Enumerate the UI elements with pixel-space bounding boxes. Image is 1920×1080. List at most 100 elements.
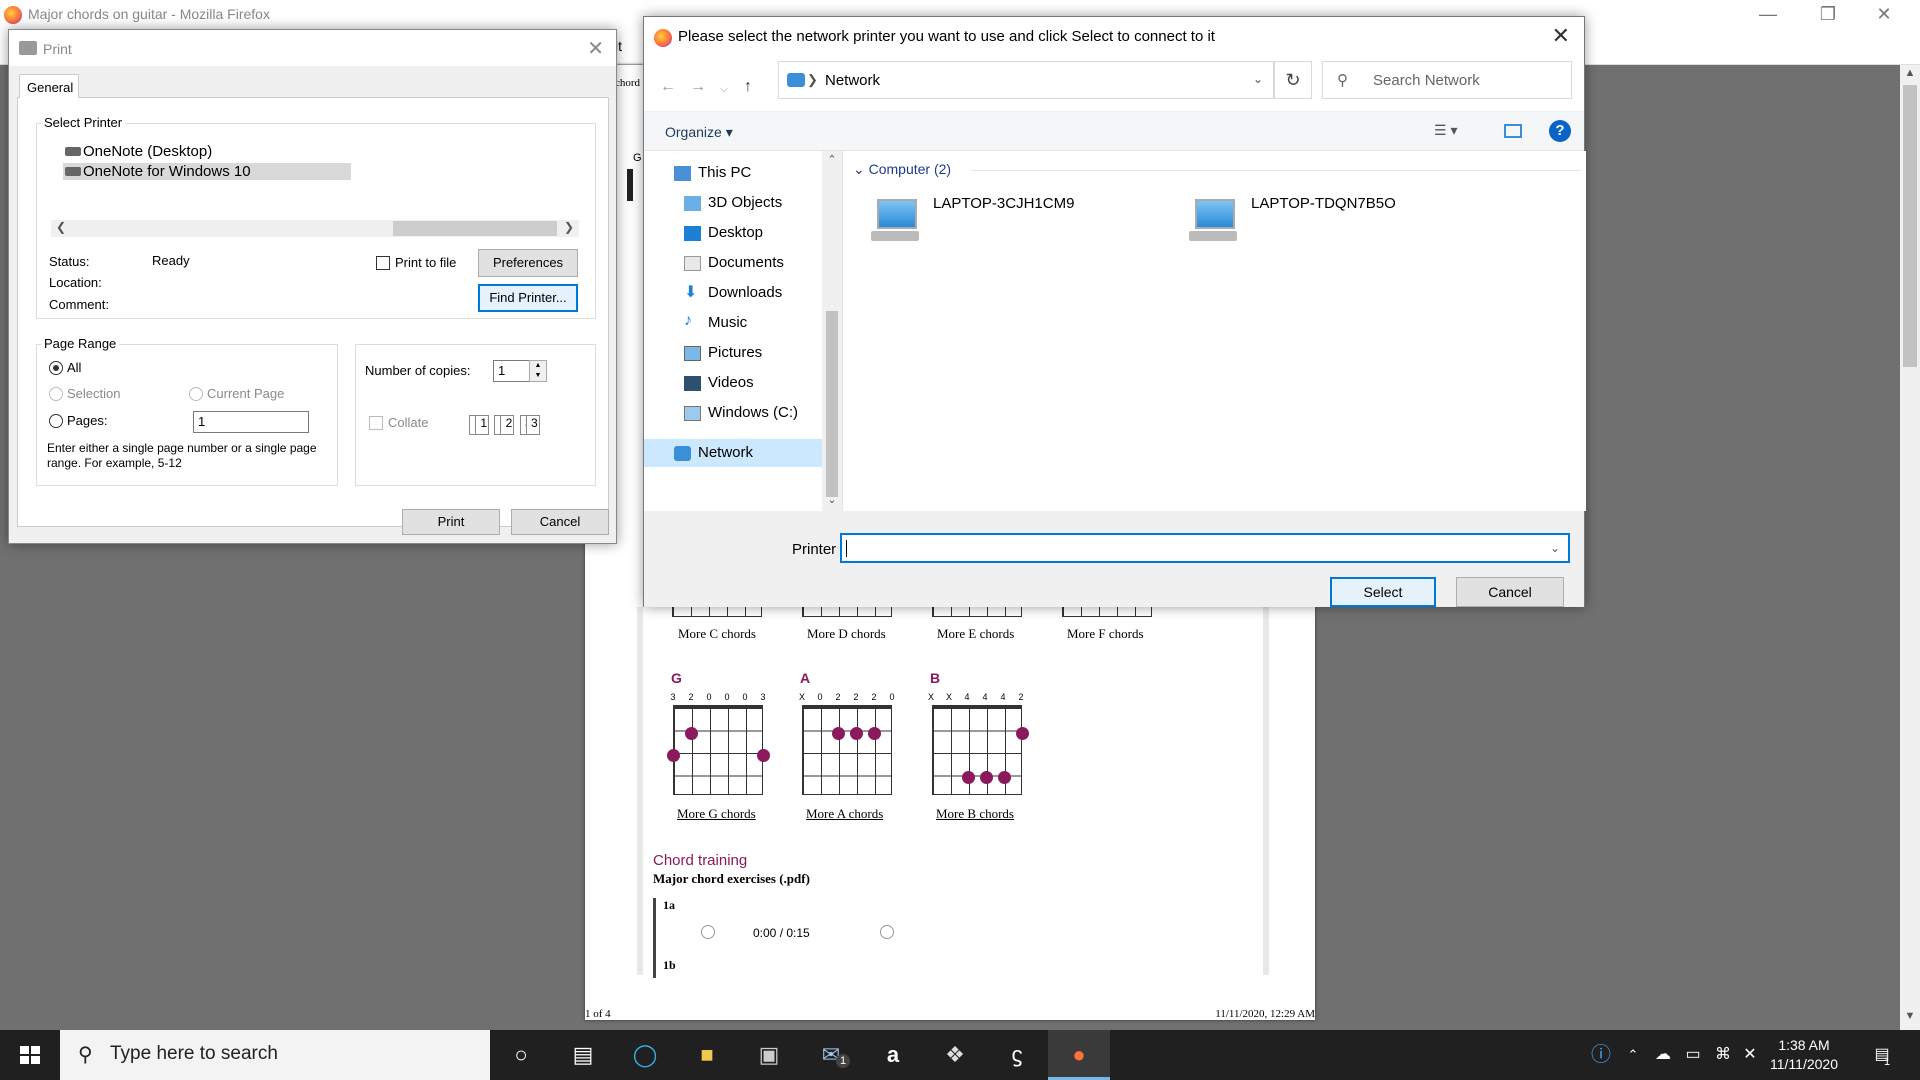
printer-item[interactable]: OneNote (Desktop) — [63, 143, 212, 160]
minimize-icon[interactable]: — — [1748, 4, 1788, 25]
scroll-up-icon[interactable]: ▲ — [1900, 67, 1920, 79]
scrollbar-thumb[interactable] — [826, 311, 838, 497]
battery-icon[interactable]: ▭ — [1680, 1030, 1706, 1080]
search-network-input[interactable]: ⚲ Search Network — [1322, 61, 1572, 99]
all-radio[interactable] — [49, 361, 63, 375]
more-g-chords-link[interactable]: More G chords — [677, 806, 756, 822]
taskbar-search[interactable]: ⚲ Type here to search — [60, 1030, 490, 1080]
collate-checkbox[interactable] — [369, 416, 383, 430]
pages-label[interactable]: Pages: — [67, 413, 107, 428]
forward-arrow-icon[interactable]: → — [686, 78, 710, 96]
scroll-up-icon[interactable]: ⌃ — [822, 153, 842, 166]
nav-item-pictures[interactable]: Pictures — [644, 339, 842, 367]
up-arrow-icon[interactable]: ↑ — [736, 78, 760, 96]
select-button[interactable]: Select — [1330, 577, 1436, 607]
edge-icon[interactable]: ◯ — [614, 1030, 676, 1080]
dropbox-icon[interactable]: ❖ — [924, 1030, 986, 1080]
task-view-icon[interactable]: ▤ — [552, 1030, 614, 1080]
tab-general[interactable]: General — [19, 74, 79, 98]
back-arrow-icon[interactable]: ← — [656, 78, 680, 96]
current-page-radio[interactable] — [189, 387, 203, 401]
current-page-label[interactable]: Current Page — [207, 386, 284, 401]
copies-input[interactable]: 1 — [493, 360, 533, 382]
volume-muted-icon[interactable]: ✕ — [1738, 1030, 1762, 1080]
close-icon[interactable]: ✕ — [1864, 4, 1904, 25]
more-c-chords-link[interactable]: More C chords — [678, 626, 756, 642]
help-tray-icon[interactable]: ⓘ — [1586, 1030, 1616, 1080]
printer-list-scrollbar[interactable]: ❮ ❯ — [51, 220, 579, 237]
computer-item[interactable]: LAPTOP-TDQN7B5O — [1181, 189, 1441, 249]
recent-chevron-icon[interactable]: ⌵ — [712, 84, 736, 95]
address-path[interactable]: Network — [825, 72, 880, 89]
wifi-icon[interactable]: ⌘ — [1710, 1030, 1736, 1080]
organize-menu[interactable]: Organize ▾ — [665, 124, 733, 141]
nav-item-this-pc[interactable]: This PC — [644, 159, 842, 187]
scroll-down-icon[interactable]: ⌄ — [822, 493, 842, 506]
print-to-file-label[interactable]: Print to file — [395, 255, 456, 270]
all-label[interactable]: All — [67, 360, 81, 375]
app-icon[interactable]: ϛ — [986, 1030, 1048, 1080]
copies-spinner[interactable]: ▲ ▼ — [529, 360, 547, 382]
address-bar[interactable]: ❯ Network ⌄ — [778, 61, 1274, 99]
more-d-chords-link[interactable]: More D chords — [807, 626, 886, 642]
scroll-left-icon[interactable]: ❮ — [53, 220, 69, 234]
audio-volume-icon[interactable] — [880, 925, 894, 939]
amazon-icon[interactable]: a — [862, 1030, 924, 1080]
chord-training-subheading[interactable]: Major chord exercises (.pdf) — [653, 871, 810, 887]
onedrive-icon[interactable]: ☁ — [1650, 1030, 1676, 1080]
printer-list[interactable]: OneNote (Desktop) OneNote for Windows 10 — [51, 137, 579, 207]
refresh-icon[interactable]: ↻ — [1274, 61, 1312, 99]
store-icon[interactable]: ▣ — [738, 1030, 800, 1080]
mail-icon[interactable]: ✉ 1 — [800, 1030, 862, 1080]
nav-item-music[interactable]: ♪ Music — [644, 309, 842, 337]
nav-item-documents[interactable]: Documents — [644, 249, 842, 277]
cancel-button[interactable]: Cancel — [511, 509, 609, 535]
preview-scrollbar[interactable]: ▲ ▼ — [1900, 65, 1920, 1030]
taskbar-clock[interactable]: 1:38 AM 11/11/2020 — [1762, 1036, 1846, 1074]
printer-item-selected[interactable]: OneNote for Windows 10 — [63, 163, 351, 180]
close-icon[interactable]: ✕ — [587, 36, 604, 61]
close-icon[interactable]: ✕ — [1552, 23, 1570, 49]
help-icon[interactable]: ? — [1549, 120, 1571, 142]
preview-pane-icon[interactable] — [1504, 124, 1522, 138]
pages-input[interactable]: 1 — [193, 411, 309, 433]
restore-icon[interactable]: ❐ — [1808, 4, 1848, 25]
cancel-button[interactable]: Cancel — [1456, 577, 1564, 607]
more-f-chords-link[interactable]: More F chords — [1067, 626, 1144, 642]
nav-item-desktop[interactable]: Desktop — [644, 219, 842, 247]
tray-expand-icon[interactable]: ⌃ — [1622, 1030, 1644, 1080]
scroll-right-icon[interactable]: ❯ — [561, 220, 577, 234]
selection-radio[interactable] — [49, 387, 63, 401]
audio-play-icon[interactable] — [701, 925, 715, 939]
more-a-chords-link[interactable]: More A chords — [806, 806, 883, 822]
firefox-icon[interactable]: ● — [1048, 1030, 1110, 1080]
chevron-down-icon[interactable]: ⌄ — [1550, 541, 1560, 555]
print-button[interactable]: Print — [402, 509, 500, 535]
more-e-chords-link[interactable]: More E chords — [937, 626, 1014, 642]
file-explorer-icon[interactable]: ■ — [676, 1030, 738, 1080]
notification-icon[interactable]: ▤ 1 — [1862, 1030, 1902, 1080]
collate-label[interactable]: Collate — [388, 415, 428, 430]
find-printer-button[interactable]: Find Printer... — [478, 284, 578, 312]
nav-pane-scrollbar[interactable]: ⌃ ⌄ — [822, 151, 842, 511]
scrollbar-thumb[interactable] — [393, 221, 557, 236]
scrollbar-thumb[interactable] — [1903, 85, 1917, 367]
cortana-icon[interactable]: ○ — [490, 1030, 552, 1080]
pages-radio[interactable] — [49, 414, 63, 428]
computer-group-header[interactable]: ⌄ Computer (2) — [853, 161, 1582, 178]
view-options-icon[interactable]: ☰ ▾ — [1434, 122, 1457, 139]
chevron-down-icon[interactable]: ⌄ — [1253, 72, 1263, 86]
preferences-button[interactable]: Preferences — [478, 249, 578, 277]
more-b-chords-link[interactable]: More B chords — [936, 806, 1014, 822]
computer-item[interactable]: LAPTOP-3CJH1CM9 — [863, 189, 1123, 249]
nav-item-downloads[interactable]: ⬇ Downloads — [644, 279, 842, 307]
nav-item-3d-objects[interactable]: 3D Objects — [644, 189, 842, 217]
selection-label[interactable]: Selection — [67, 386, 120, 401]
print-to-file-checkbox[interactable] — [376, 256, 390, 270]
start-button[interactable] — [0, 1030, 60, 1080]
nav-item-network[interactable]: Network — [644, 439, 842, 467]
printer-combobox[interactable]: ⌄ — [840, 533, 1570, 563]
nav-item-videos[interactable]: Videos — [644, 369, 842, 397]
nav-item-windows-c[interactable]: Windows (C:) — [644, 399, 842, 427]
scroll-down-icon[interactable]: ▼ — [1900, 1010, 1920, 1022]
